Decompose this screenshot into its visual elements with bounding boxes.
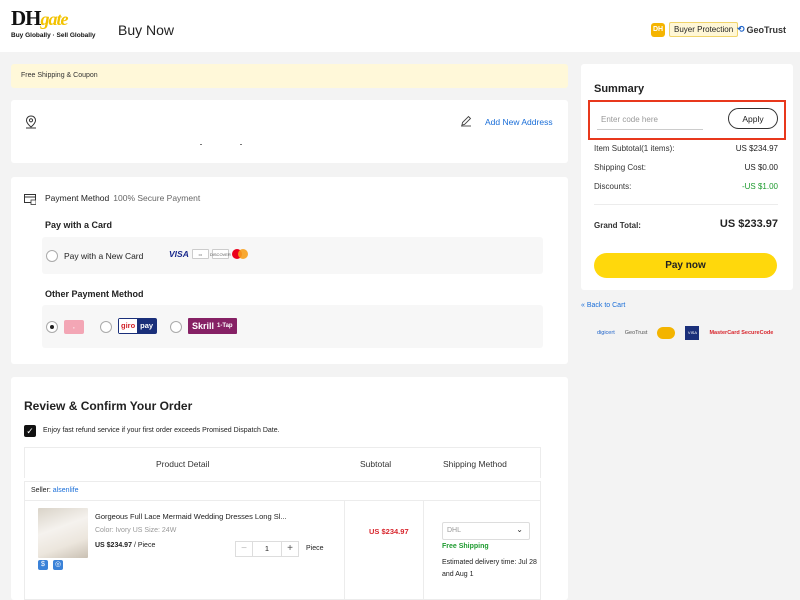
col-subtotal: Subtotal bbox=[360, 459, 392, 469]
service-badges: $ ◎ bbox=[38, 560, 63, 570]
column-divider bbox=[423, 501, 424, 600]
discounts-row: Discounts: -US $1.00 bbox=[594, 182, 778, 191]
summary-title: Summary bbox=[594, 83, 645, 95]
order-table-header: Product Detail Subtotal Shipping Method bbox=[24, 447, 541, 478]
quantity-input[interactable]: 1 bbox=[252, 542, 282, 556]
pay-with-card-heading: Pay with a Card bbox=[45, 220, 113, 230]
product-title-link[interactable]: Gorgeous Full Lace Mermaid Wedding Dress… bbox=[95, 512, 295, 521]
summary-panel: Summary Apply Item Subtotal(1 items):US … bbox=[581, 64, 793, 290]
norton-seal-icon bbox=[657, 327, 676, 339]
product-image[interactable] bbox=[38, 508, 88, 558]
geotrust-icon: ⟲ bbox=[737, 24, 745, 34]
discover-logo: DISCOVER bbox=[210, 249, 231, 259]
quantity-unit: Piece bbox=[306, 545, 324, 552]
table-row: Gorgeous Full Lace Mermaid Wedding Dress… bbox=[24, 501, 541, 600]
payment-provider-logo: ▪ bbox=[64, 320, 84, 334]
mastercard-securecode-logo: MasterCard SecureCode bbox=[709, 330, 774, 336]
mastercard-logo bbox=[231, 249, 249, 259]
skrill-radio[interactable] bbox=[170, 321, 182, 333]
location-pin-icon bbox=[25, 115, 37, 129]
divider bbox=[594, 204, 778, 205]
refund-text: Enjoy fast refund service if your first … bbox=[43, 427, 280, 434]
dhgate-logo[interactable]: DHgate Buy Globally · Sell Globally bbox=[11, 6, 111, 46]
address-panel: Add New Address bbox=[11, 100, 568, 163]
back-to-cart-link[interactable]: « Back to Cart bbox=[581, 302, 625, 309]
page-header: DHgate Buy Globally · Sell Globally Buy … bbox=[0, 0, 800, 52]
edit-icon[interactable] bbox=[460, 115, 472, 127]
skrill-logo: Skrill 1-Tap bbox=[188, 318, 237, 334]
review-order-panel: Review & Confirm Your Order ✓ Enjoy fast… bbox=[11, 377, 568, 600]
verified-by-visa-logo: VISA bbox=[685, 326, 700, 340]
geotrust-badge: ⟲ GeoTrust bbox=[737, 24, 787, 35]
new-card-label: Pay with a New Card bbox=[64, 251, 144, 261]
page-title: Buy Now bbox=[118, 22, 175, 38]
shield-icon: DH bbox=[651, 22, 665, 37]
shipping-cost-row: Shipping Cost: US $0.00 bbox=[594, 163, 778, 172]
card-logos: VISA ▭ DISCOVER bbox=[169, 249, 249, 259]
increment-button[interactable]: + bbox=[282, 542, 298, 556]
new-card-radio[interactable] bbox=[46, 250, 58, 262]
trust-badges: digicert GeoTrust VISA MasterCard Secure… bbox=[597, 326, 773, 340]
product-price: US $234.97 / Piece bbox=[95, 542, 156, 549]
refund-checkbox[interactable]: ✓ bbox=[24, 425, 36, 437]
geotrust-logo: GeoTrust bbox=[624, 330, 648, 336]
grand-total-value: US $233.97 bbox=[719, 218, 778, 230]
guarantee-icon: $ bbox=[38, 560, 48, 570]
card-logo-generic: ▭ bbox=[191, 249, 209, 259]
visa-logo: VISA bbox=[169, 249, 189, 259]
apply-coupon-button[interactable]: Apply bbox=[728, 108, 778, 129]
col-product-detail: Product Detail bbox=[156, 459, 210, 469]
coupon-code-input[interactable] bbox=[597, 109, 703, 130]
estimated-delivery: Estimated delivery time: Jul 28 and Aug … bbox=[442, 559, 537, 578]
seller-row: Seller: alsenlife bbox=[24, 481, 541, 501]
col-shipping-method: Shipping Method bbox=[443, 459, 507, 469]
add-new-address-link[interactable]: Add New Address bbox=[485, 117, 553, 127]
address-placeholder-mark bbox=[240, 144, 242, 145]
column-divider bbox=[344, 501, 345, 600]
card-icon bbox=[24, 194, 36, 205]
giropay-logo: giro pay bbox=[118, 318, 158, 334]
pay-option-radio-selected[interactable] bbox=[46, 321, 58, 333]
seller-name-link[interactable]: alsenlife bbox=[53, 487, 79, 494]
quantity-stepper[interactable]: − 1 + bbox=[235, 541, 299, 557]
coupon-box: Apply bbox=[588, 100, 786, 140]
buyer-protection-badge[interactable]: DH Buyer Protection bbox=[651, 22, 739, 37]
product-subtotal: US $234.97 bbox=[369, 527, 409, 536]
logo-tagline: Buy Globally · Sell Globally bbox=[11, 32, 96, 39]
grand-total-label: Grand Total: bbox=[594, 221, 641, 230]
giropay-radio[interactable] bbox=[100, 321, 112, 333]
chevron-down-icon: ⌄ bbox=[516, 525, 523, 534]
address-placeholder-mark bbox=[200, 144, 202, 145]
other-payment-heading: Other Payment Method bbox=[45, 289, 144, 299]
review-title: Review & Confirm Your Order bbox=[24, 399, 193, 413]
item-subtotal-row: Item Subtotal(1 items): US $234.97 bbox=[594, 144, 778, 153]
shipping-method-select[interactable]: DHL ⌄ bbox=[442, 522, 530, 540]
payment-panel: Payment Method 100% Secure Payment Pay wi… bbox=[11, 177, 568, 364]
protection-icon: ◎ bbox=[53, 560, 63, 570]
digicert-logo: digicert bbox=[597, 330, 615, 336]
product-variant: Color: Ivory US Size: 24W bbox=[95, 527, 177, 534]
shipping-coupon-bar: Free Shipping & Coupon bbox=[11, 64, 568, 88]
free-shipping-label: Free Shipping bbox=[442, 543, 489, 550]
pay-now-button[interactable]: Pay now bbox=[594, 253, 777, 278]
decrement-button[interactable]: − bbox=[236, 542, 252, 556]
payment-method-title: Payment Method 100% Secure Payment bbox=[45, 193, 201, 203]
